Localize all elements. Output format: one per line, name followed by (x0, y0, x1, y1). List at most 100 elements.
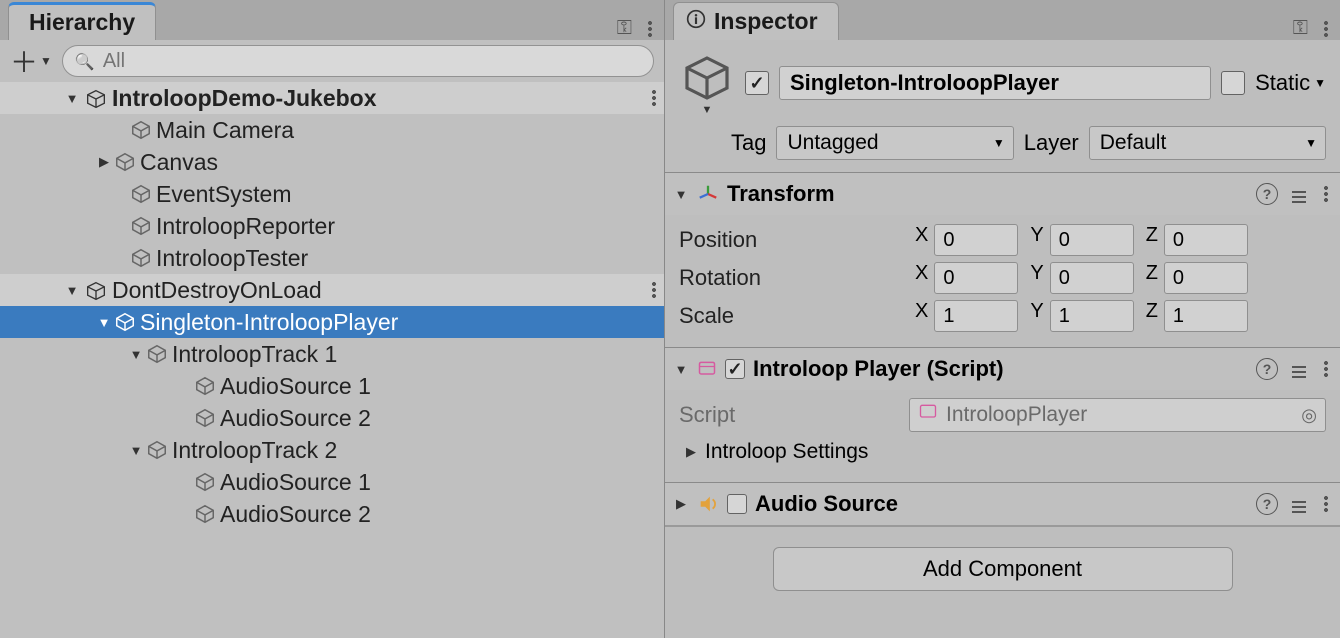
tree-row[interactable]: EventSystem (0, 178, 664, 210)
script-label: Script (679, 402, 899, 428)
gameobject-icon (130, 119, 152, 141)
component-menu-icon[interactable] (1324, 495, 1328, 513)
row-label: Canvas (140, 149, 656, 176)
component-menu-icon[interactable] (1324, 360, 1328, 378)
gameobject-name-field[interactable] (779, 66, 1211, 100)
row-label: AudioSource 2 (220, 405, 656, 432)
panel-menu-icon[interactable] (1324, 20, 1328, 38)
layer-value: Default (1100, 131, 1167, 155)
gameobject-icon (194, 375, 216, 397)
script-reference-field[interactable]: IntroloopPlayer (909, 398, 1326, 432)
tree-row[interactable]: Main Camera (0, 114, 664, 146)
audio-source-header[interactable]: Audio Source (665, 483, 1340, 525)
tree-row[interactable]: AudioSource 2 (0, 498, 664, 530)
foldout-icon[interactable] (673, 361, 689, 377)
rotation-z-field[interactable] (1164, 262, 1248, 294)
foldout-icon[interactable] (673, 496, 689, 512)
lock-icon[interactable] (617, 17, 632, 40)
layer-dropdown[interactable]: Default▼ (1089, 126, 1326, 160)
foldout-icon[interactable] (683, 444, 699, 460)
row-label: EventSystem (156, 181, 656, 208)
hierarchy-search[interactable] (62, 45, 654, 77)
transform-component: Transform Position X Y Z Rotat (665, 172, 1340, 347)
component-enabled-checkbox[interactable] (727, 494, 747, 514)
add-component-button[interactable]: Add Component (773, 547, 1233, 591)
search-input[interactable] (103, 50, 641, 73)
scale-x-field[interactable] (934, 300, 1018, 332)
introloop-player-header[interactable]: Introloop Player (Script) (665, 348, 1340, 390)
help-icon[interactable] (1256, 358, 1278, 380)
position-y-field[interactable] (1050, 224, 1134, 256)
scale-z-field[interactable] (1164, 300, 1248, 332)
hierarchy-tab-label: Hierarchy (29, 9, 135, 36)
introloop-player-title: Introloop Player (Script) (753, 356, 1248, 382)
rotation-x-field[interactable] (934, 262, 1018, 294)
foldout-icon[interactable] (128, 442, 144, 458)
gameobject-icon (194, 503, 216, 525)
foldout-icon[interactable] (64, 282, 80, 298)
lock-icon[interactable] (1293, 17, 1308, 40)
search-icon (75, 50, 95, 73)
script-file-icon (918, 402, 938, 428)
tree-row[interactable]: AudioSource 1 (0, 466, 664, 498)
audio-source-icon (697, 493, 719, 515)
tag-value: Untagged (787, 131, 878, 155)
scene-row[interactable]: IntroloopDemo-Jukebox (0, 82, 664, 114)
script-component-icon (697, 359, 717, 379)
introloop-player-component: Introloop Player (Script) Script Introlo… (665, 347, 1340, 482)
gameobject-icon (146, 439, 168, 461)
divider (665, 525, 1340, 527)
unity-scene-icon (86, 280, 106, 300)
foldout-icon[interactable] (96, 314, 112, 330)
rotation-y-field[interactable] (1050, 262, 1134, 294)
foldout-icon[interactable] (673, 186, 689, 202)
tree-row[interactable]: AudioSource 1 (0, 370, 664, 402)
foldout-icon[interactable] (96, 154, 112, 170)
foldout-icon[interactable] (128, 346, 144, 362)
scene-row[interactable]: DontDestroyOnLoad (0, 274, 664, 306)
gameobject-icon (194, 407, 216, 429)
preset-icon[interactable] (1292, 185, 1310, 203)
introloop-player-body: Script IntroloopPlayer Introloop Setting… (665, 390, 1340, 482)
panel-menu-icon[interactable] (648, 20, 652, 38)
tag-dropdown[interactable]: Untagged▼ (776, 126, 1013, 160)
scale-y-field[interactable] (1050, 300, 1134, 332)
transform-body: Position X Y Z Rotation X Y Z (665, 215, 1340, 347)
gameobject-icon (114, 311, 136, 333)
scene-menu-icon[interactable] (652, 281, 656, 299)
hierarchy-tab[interactable]: Hierarchy (8, 2, 156, 40)
tree-row[interactable]: IntroloopTester (0, 242, 664, 274)
position-z-field[interactable] (1164, 224, 1248, 256)
transform-title: Transform (727, 181, 1248, 207)
help-icon[interactable] (1256, 183, 1278, 205)
static-checkbox[interactable] (1221, 71, 1245, 95)
preset-icon[interactable] (1292, 495, 1310, 513)
gameobject-main-icon[interactable] (679, 50, 735, 106)
info-icon (686, 8, 706, 35)
scene-menu-icon[interactable] (652, 89, 656, 107)
tree-row[interactable]: Canvas (0, 146, 664, 178)
inspector-tab-controls (1293, 17, 1340, 40)
introloop-settings-row[interactable]: Introloop Settings (679, 434, 1326, 470)
help-icon[interactable] (1256, 493, 1278, 515)
tree-row[interactable]: IntroloopTrack 1 (0, 338, 664, 370)
tree-row[interactable]: AudioSource 2 (0, 402, 664, 434)
tree-row[interactable]: IntroloopTrack 2 (0, 434, 664, 466)
static-label[interactable]: Static▼ (1255, 70, 1326, 96)
position-x-field[interactable] (934, 224, 1018, 256)
row-label: AudioSource 1 (220, 373, 656, 400)
chevron-down-icon[interactable]: ▼ (702, 104, 713, 116)
inspector-tab[interactable]: Inspector (673, 2, 839, 40)
transform-header[interactable]: Transform (665, 173, 1340, 215)
preset-icon[interactable] (1292, 360, 1310, 378)
component-menu-icon[interactable] (1324, 185, 1328, 203)
component-enabled-checkbox[interactable] (725, 359, 745, 379)
hierarchy-toolbar: ＋▼ (0, 40, 664, 82)
foldout-icon[interactable] (64, 90, 80, 106)
row-label: IntroloopTrack 2 (172, 437, 656, 464)
tree-row-selected[interactable]: Singleton-IntroloopPlayer (0, 306, 664, 338)
object-picker-icon[interactable] (1301, 403, 1317, 427)
active-checkbox[interactable] (745, 71, 769, 95)
tree-row[interactable]: IntroloopReporter (0, 210, 664, 242)
add-gameobject-button[interactable]: ＋▼ (10, 41, 52, 81)
